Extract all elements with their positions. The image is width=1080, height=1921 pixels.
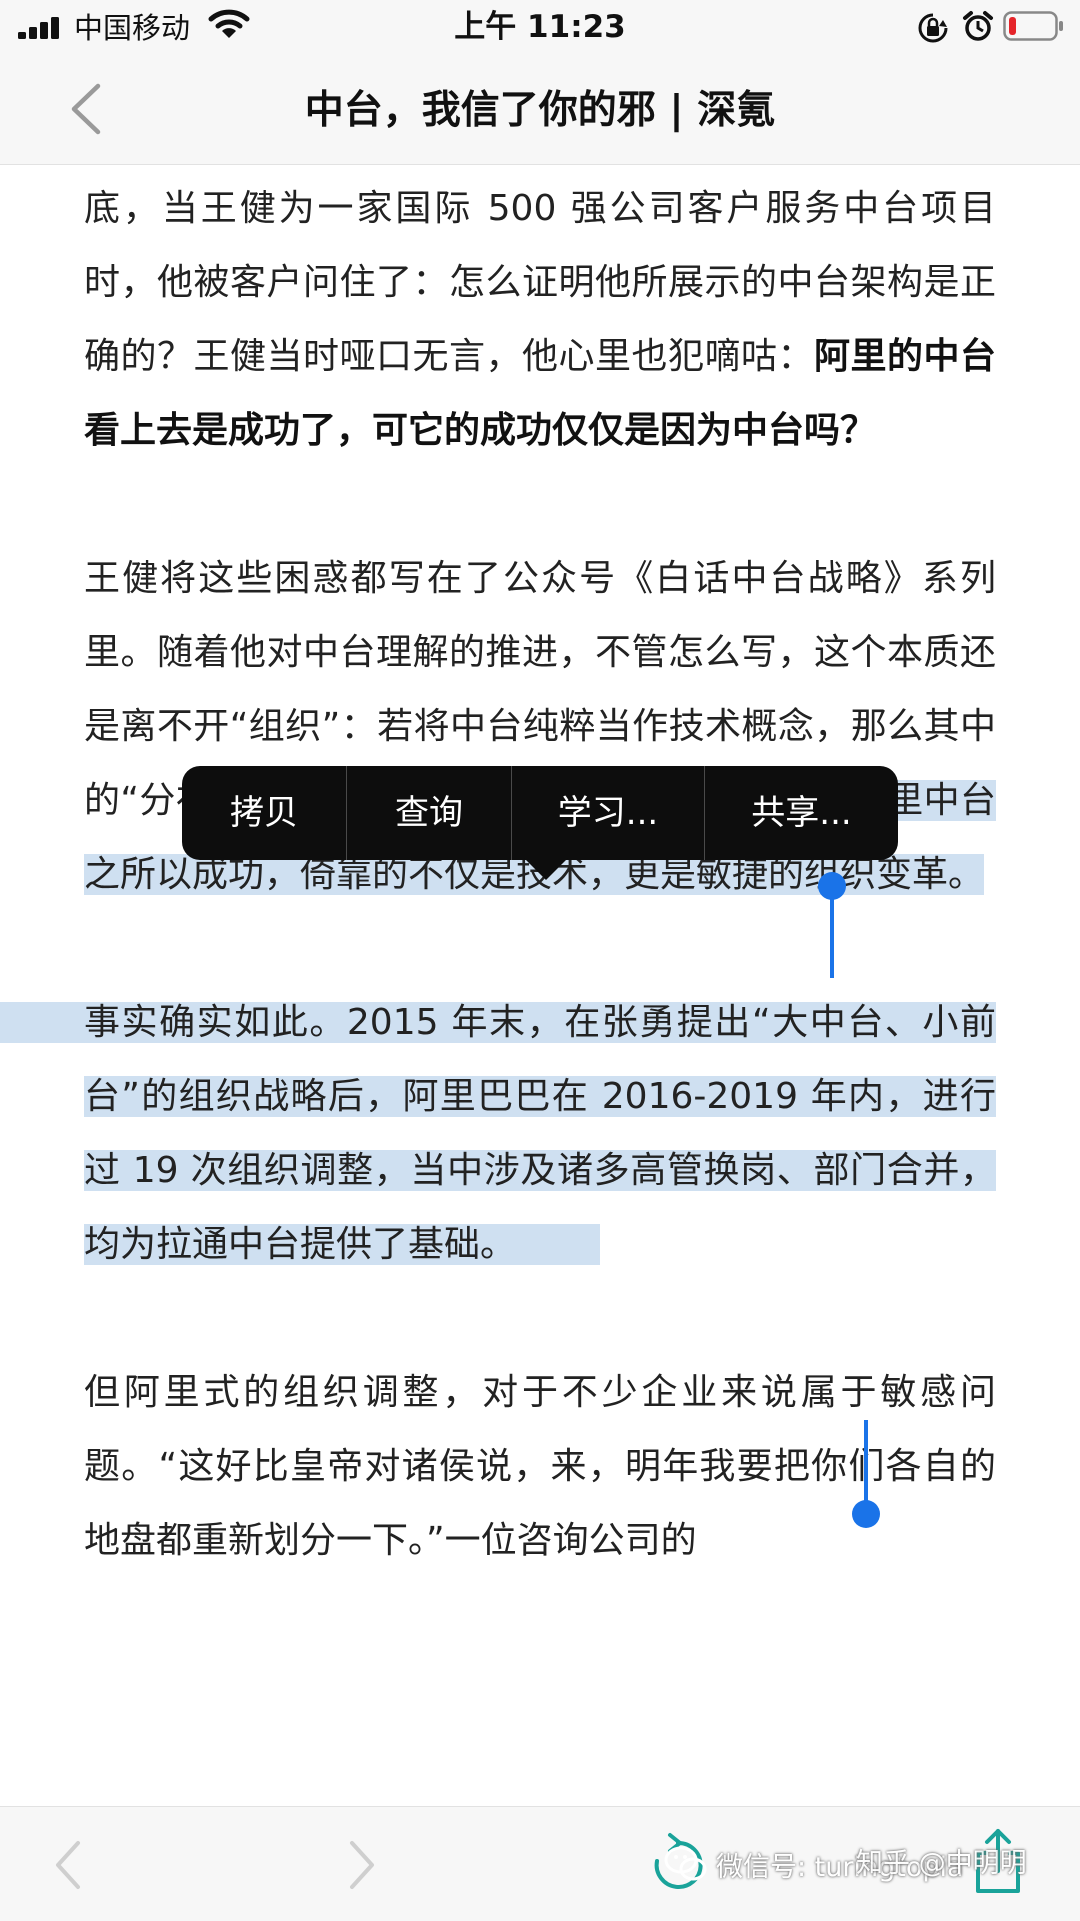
navigation-bar: 中台，我信了你的邪 | 深氪	[0, 56, 1080, 165]
selection-end-handle[interactable]	[852, 1420, 882, 1530]
share-menu-item[interactable]: 共享...	[705, 766, 898, 860]
battery-low-icon	[1003, 11, 1063, 41]
menu-pointer	[524, 858, 568, 880]
lock-rotation-icon	[918, 13, 948, 43]
wechat-logo-icon	[664, 1846, 707, 1881]
learn-menu-item[interactable]: 学习...	[512, 766, 704, 860]
back-button[interactable]	[62, 80, 110, 138]
alarm-icon	[963, 11, 993, 41]
selection-start-handle[interactable]	[818, 872, 848, 982]
page-title: 中台，我信了你的邪 | 深氪	[304, 88, 776, 133]
paragraph-3: 事实确实如此。2015 年末，在张勇提出“大中台、小前台”的组织战略后，阿里巴巴…	[84, 986, 996, 1282]
back-arrow-icon[interactable]	[48, 1837, 88, 1893]
status-bar: 中国移动 上午 11:23	[0, 0, 1080, 56]
text-selection-menu: 拷贝 查询 学习... 共享...	[182, 766, 898, 860]
selected-paragraph[interactable]: 事实确实如此。2015 年末，在张勇提出“大中台、小前台”的组织战略后，阿里巴巴…	[84, 1002, 996, 1265]
forward-arrow-icon[interactable]	[342, 1837, 382, 1893]
lookup-menu-item[interactable]: 查询	[347, 766, 511, 860]
watermark: 微信号: turingtopia 知乎 @中明明	[664, 1839, 1027, 1889]
paragraph-1: 底，当王健为一家国际 500 强公司客户服务中台项目时，他被客户问住了：怎么证明…	[84, 172, 996, 468]
bottom-toolbar: 微信号: turingtopia 知乎 @中明明	[0, 1806, 1080, 1921]
copy-menu-item[interactable]: 拷贝	[182, 766, 346, 860]
zhihu-watermark-text: 知乎 @中明明	[856, 1848, 1027, 1879]
